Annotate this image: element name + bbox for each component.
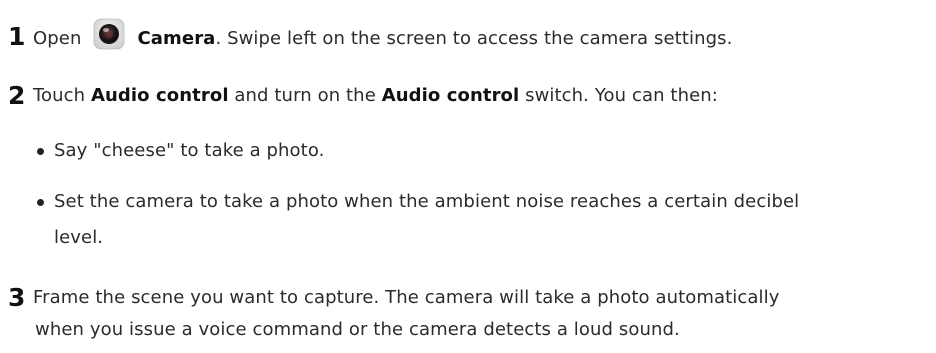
step-2-number: 2 (8, 81, 26, 110)
step-2-pre: Touch (33, 85, 91, 106)
step-3-text-line1: Frame the scene you want to capture. The… (33, 287, 780, 308)
bullet-2-text-line1: Set the camera to take a photo when the … (54, 191, 800, 212)
bullet-2-text-line2: level. (54, 227, 104, 248)
step-2-text: Touch Audio control and turn on the Audi… (33, 87, 718, 105)
step-3-text-line2: when you issue a voice command or the ca… (35, 319, 680, 340)
step-1-post: . Swipe left on the screen to access the… (215, 28, 733, 49)
step-1-pre: Open (33, 28, 82, 49)
step-1-number: 1 (8, 22, 26, 51)
step-2-bold-audio-control-2: Audio control (381, 85, 520, 106)
step-1-text: Open Camera. Swipe left on the screen to… (33, 18, 733, 50)
bullet-1-text: Say "cheese" to take a photo. (54, 140, 325, 161)
step-2-post: switch. You can then: (519, 85, 718, 106)
camera-app-icon (93, 18, 125, 50)
step-2-mid: and turn on the (228, 85, 382, 106)
step-1-bold-camera: Camera (137, 28, 216, 49)
step-2-bold-audio-control-1: Audio control (90, 85, 229, 106)
bullet-dot (37, 148, 44, 155)
step-3-number: 3 (8, 283, 26, 312)
bullet-dot (37, 199, 44, 206)
